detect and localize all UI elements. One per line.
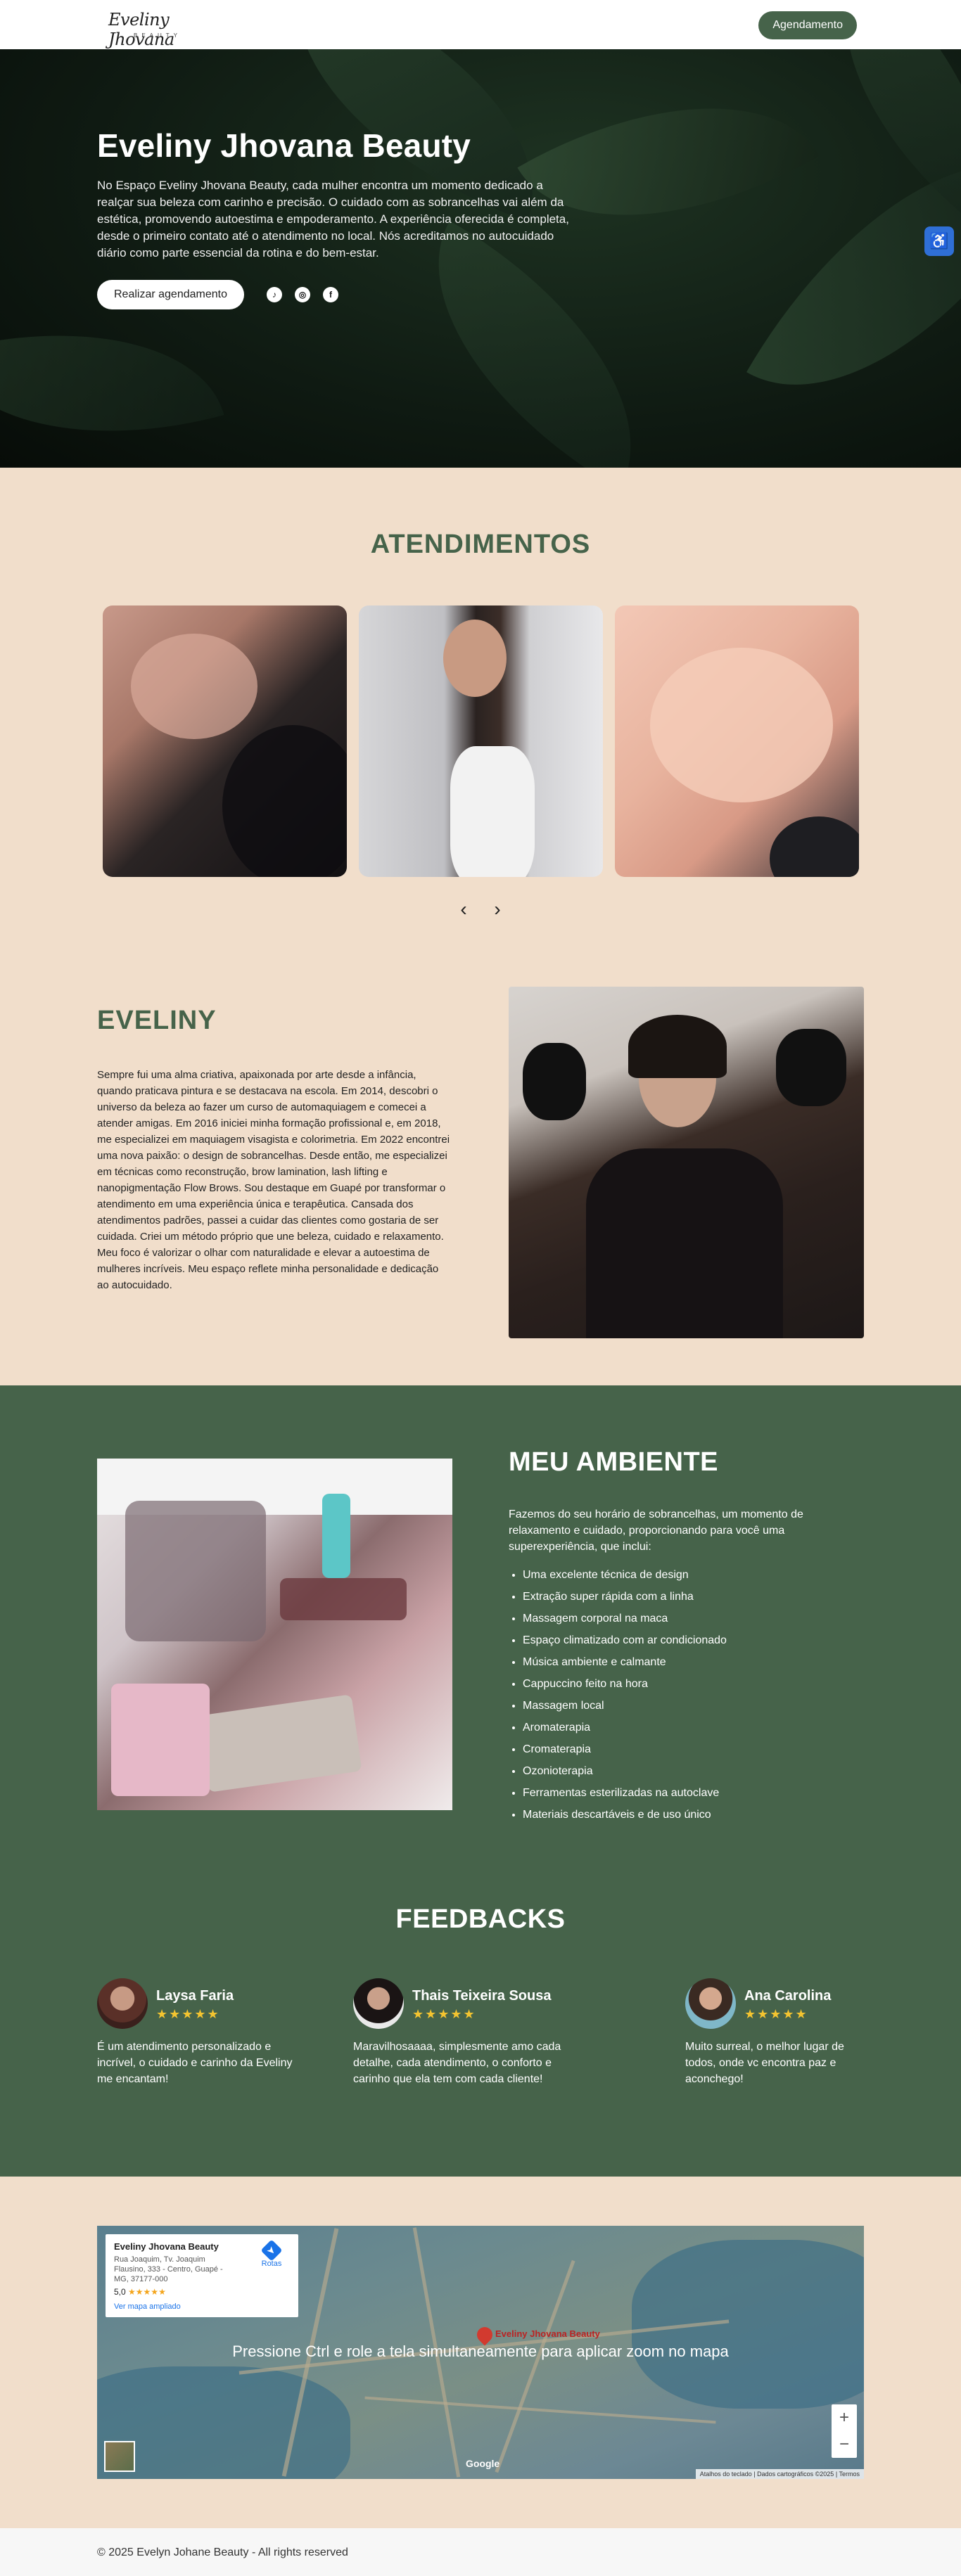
about-title: EVELINY (97, 1006, 217, 1035)
instagram-icon[interactable]: ◎ (295, 287, 310, 302)
place-address: Rua Joaquim, Tv. Joaquim Flausino, 333 -… (114, 2255, 223, 2283)
list-item: Música ambiente e calmante (523, 1651, 727, 1673)
atendimentos-section: ATENDIMENTOS ‹ › EVELINY Sempre fui uma … (0, 468, 961, 1385)
zoom-in-button[interactable]: + (832, 2404, 857, 2431)
place-rating: 5,0 ★★★★★ (114, 2287, 290, 2297)
map-water (97, 2366, 350, 2479)
logo[interactable]: Eveliny Jhovana BEAUTY (106, 7, 197, 49)
service-photo-card[interactable] (359, 605, 603, 877)
feedback-text: Maravilhosaaaa, simplesmente amo cada de… (353, 2041, 561, 2085)
map-water (632, 2240, 864, 2409)
copyright-text: © 2025 Evelyn Johane Beauty - All rights… (97, 2546, 348, 2558)
accessibility-icon[interactable]: ♿ (924, 226, 954, 256)
about-text: Sempre fui uma alma criativa, apaixonada… (97, 1069, 450, 1291)
avatar (353, 1978, 404, 2029)
embedded-map[interactable]: Eveliny Jhovana Beauty Rua Joaquim, Tv. … (97, 2226, 864, 2479)
routes-label: Rotas (261, 2260, 282, 2268)
list-item: Massagem local (523, 1695, 727, 1717)
ambiente-photo (97, 1459, 452, 1810)
hero-section: Eveliny Jhovana Beauty No Espaço Eveliny… (0, 49, 961, 468)
logo-subtitle: BEAUTY (134, 32, 182, 39)
avatar (685, 1978, 736, 2029)
list-item: Materiais descartáveis e de uso único (523, 1804, 727, 1826)
avatar (97, 1978, 148, 2029)
service-photo-card[interactable] (103, 605, 347, 877)
map-attribution[interactable]: Atalhos do teclado | Dados cartográficos… (695, 2469, 864, 2479)
hero-actions: Realizar agendamento ♪ ◎ f (97, 280, 575, 309)
ambiente-list: Uma excelente técnica de design Extração… (523, 1564, 727, 1826)
chevron-left-icon[interactable]: ‹ (455, 898, 472, 921)
pin-label: Eveliny Jhovana Beauty (495, 2328, 600, 2339)
leaf-decoration (0, 286, 224, 468)
map-road (495, 2260, 575, 2473)
hero-text: No Espaço Eveliny Jhovana Beauty, cada m… (97, 179, 569, 259)
feedback-card: Thais Teixeira Sousa ★★★★★ Maravilhosaaa… (353, 1978, 564, 2087)
list-item: Extração super rápida com a linha (523, 1586, 727, 1608)
map-road (364, 2396, 716, 2424)
list-item: Cromaterapia (523, 1738, 727, 1760)
routes-button[interactable]: ➤ Rotas (256, 2239, 287, 2268)
ambiente-section: MEU AMBIENTE Fazemos do seu horário de s… (0, 1385, 961, 2177)
rating-stars: ★★★★★ (128, 2287, 166, 2297)
larger-map-link[interactable]: Ver mapa ampliado (114, 2302, 290, 2311)
feedback-card: Laysa Faria ★★★★★ É um atendimento perso… (97, 1978, 308, 2087)
google-logo: Google (466, 2458, 500, 2469)
services-carousel[interactable] (103, 605, 860, 877)
tiktok-icon[interactable]: ♪ (267, 287, 282, 302)
chevron-right-icon[interactable]: › (489, 898, 506, 921)
satellite-toggle[interactable] (104, 2441, 135, 2472)
logo-script: Eveliny Jhovana (108, 10, 174, 49)
rating-value: 5,0 (114, 2287, 126, 2297)
ambiente-title: MEU AMBIENTE (509, 1447, 719, 1477)
map-section: Eveliny Jhovana Beauty Rua Joaquim, Tv. … (0, 2177, 961, 2528)
map-zoom-hint: Pressione Ctrl e role a tela simultaneam… (232, 2343, 729, 2360)
agendamento-button[interactable]: Agendamento (758, 11, 857, 39)
site-header: Eveliny Jhovana BEAUTY Agendamento (0, 0, 961, 49)
feedbacks-title: FEEDBACKS (395, 1904, 566, 1934)
service-photo-card[interactable] (615, 605, 859, 877)
list-item: Cappuccino feito na hora (523, 1673, 727, 1695)
facebook-icon[interactable]: f (323, 287, 338, 302)
zoom-controls: + − (832, 2404, 857, 2458)
realizar-agendamento-button[interactable]: Realizar agendamento (97, 280, 244, 309)
feedback-text: É um atendimento personalizado e incríve… (97, 2041, 293, 2085)
hero-content: Eveliny Jhovana Beauty No Espaço Eveliny… (97, 127, 575, 309)
social-links: ♪ ◎ f (267, 287, 338, 302)
list-item: Aromaterapia (523, 1717, 727, 1738)
list-item: Ferramentas esterilizadas na autoclave (523, 1782, 727, 1804)
about-photo (509, 987, 864, 1338)
list-item: Espaço climatizado com ar condicionado (523, 1629, 727, 1651)
map-place-card: Eveliny Jhovana Beauty Rua Joaquim, Tv. … (106, 2234, 298, 2317)
ambiente-intro: Fazemos do seu horário de sobrancelhas, … (509, 1508, 803, 1553)
zoom-out-button[interactable]: − (832, 2431, 857, 2458)
hero-title: Eveliny Jhovana Beauty (97, 127, 471, 164)
list-item: Uma excelente técnica de design (523, 1564, 727, 1586)
list-item: Massagem corporal na maca (523, 1608, 727, 1629)
atendimentos-title: ATENDIMENTOS (370, 530, 591, 559)
list-item: Ozonioterapia (523, 1760, 727, 1782)
feedback-card: Ana Carolina ★★★★★ Muito surreal, o melh… (685, 1978, 864, 2087)
feedback-text: Muito surreal, o melhor lugar de todos, … (685, 2041, 844, 2085)
directions-icon: ➤ (260, 2239, 283, 2262)
carousel-nav: ‹ › (0, 898, 961, 921)
site-footer: © 2025 Evelyn Johane Beauty - All rights… (0, 2528, 961, 2576)
